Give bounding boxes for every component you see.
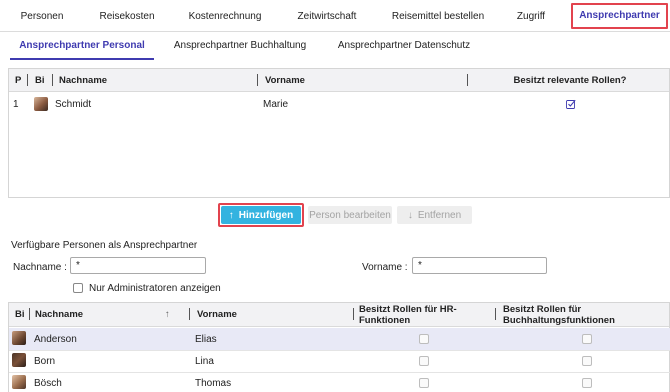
available-persons-grid-header: Bi Nachname ↑ Vorname Besitzt Rollen für… [9, 303, 669, 327]
sort-ascending-icon[interactable]: ↑ [165, 303, 170, 326]
subtab-ansprechpartner-buchhaltung[interactable]: Ansprechpartner Buchhaltung [166, 40, 314, 60]
header-hr-roles[interactable]: Besitzt Rollen für HR-Funktionen [359, 303, 492, 326]
buchhaltung-roles-checkbox [582, 378, 592, 388]
tab-ansprechpartner[interactable]: Ansprechpartner [571, 3, 668, 29]
admins-only-label: Nur Administratoren anzeigen [89, 283, 221, 294]
avatar [12, 375, 26, 389]
person-vorname[interactable]: Thomas [195, 372, 231, 392]
avatar [12, 331, 26, 345]
active-subtab-indicator [10, 58, 154, 60]
header-nachname[interactable]: Nachname [59, 69, 107, 91]
person-vorname[interactable]: Elias [195, 328, 217, 350]
column-separator[interactable] [467, 74, 468, 86]
column-separator[interactable] [27, 74, 28, 86]
admins-only-checkbox[interactable] [73, 283, 83, 293]
header-buchhaltung-roles[interactable]: Besitzt Rollen für Buchhaltungsfunktione… [503, 303, 670, 326]
arrow-up-icon: ↑ [228, 209, 234, 221]
contact-nachname[interactable]: Schmidt [55, 96, 91, 112]
row-divider [9, 350, 670, 351]
hr-roles-checkbox [419, 334, 429, 344]
remove-button-label: Entfernen [417, 209, 462, 221]
row-position: 1 [13, 98, 19, 110]
column-separator[interactable] [495, 308, 496, 320]
add-button-label: Hinzufügen [238, 209, 294, 221]
remove-button[interactable]: ↓ Entfernen [397, 206, 472, 224]
header-vorname[interactable]: Vorname [197, 303, 237, 326]
nachname-filter-input[interactable]: * [70, 257, 206, 274]
role-check-icon [566, 99, 576, 109]
column-separator[interactable] [189, 308, 190, 320]
person-nachname[interactable]: Born [34, 350, 55, 372]
main-tab-bar: Personen Reisekosten Kostenrechnung Zeit… [0, 0, 670, 32]
vorname-filter-input[interactable]: * [412, 257, 547, 274]
tab-zeitwirtschaft[interactable]: Zeitwirtschaft [290, 0, 364, 32]
add-button[interactable]: ↑ Hinzufügen [221, 206, 301, 224]
contact-vorname[interactable]: Marie [263, 96, 288, 112]
column-separator[interactable] [52, 74, 53, 86]
header-bild[interactable]: Bi [35, 69, 45, 91]
subtab-ansprechpartner-personal[interactable]: Ansprechpartner Personal [10, 40, 154, 60]
header-besitzt-relevante-rollen[interactable]: Besitzt relevante Rollen? [475, 69, 665, 91]
tab-reisemittel-bestellen[interactable]: Reisemittel bestellen [388, 0, 488, 32]
tab-kostenrechnung[interactable]: Kostenrechnung [184, 0, 266, 32]
header-nachname[interactable]: Nachname [35, 303, 83, 326]
buchhaltung-roles-checkbox [582, 334, 592, 344]
available-persons-grid: Bi Nachname ↑ Vorname Besitzt Rollen für… [8, 302, 670, 392]
avatar [12, 353, 26, 367]
tab-personen[interactable]: Personen [14, 0, 70, 32]
contacts-grid-header: P Bi Nachname Vorname Besitzt relevante … [9, 69, 669, 92]
available-persons-title: Verfügbare Personen als Ansprechpartner [11, 240, 198, 251]
column-separator[interactable] [353, 308, 354, 320]
column-separator[interactable] [29, 308, 30, 320]
hr-roles-checkbox [419, 378, 429, 388]
header-pos[interactable]: P [15, 69, 21, 91]
subtab-ansprechpartner-datenschutz[interactable]: Ansprechpartner Datenschutz [330, 40, 478, 60]
edit-person-button[interactable]: Person bearbeiten [308, 206, 392, 224]
arrow-down-icon: ↓ [407, 209, 413, 221]
vorname-filter-label: Vorname : [362, 262, 408, 273]
column-separator[interactable] [257, 74, 258, 86]
table-row[interactable] [9, 328, 670, 350]
header-bild[interactable]: Bi [15, 303, 25, 326]
row-divider [9, 372, 670, 373]
tab-zugriff[interactable]: Zugriff [511, 0, 551, 32]
tab-reisekosten[interactable]: Reisekosten [92, 0, 162, 32]
hr-roles-checkbox [419, 356, 429, 366]
contacts-grid: P Bi Nachname Vorname Besitzt relevante … [8, 68, 670, 198]
header-vorname[interactable]: Vorname [265, 69, 305, 91]
person-vorname[interactable]: Lina [195, 350, 214, 372]
avatar [34, 97, 48, 111]
person-nachname[interactable]: Anderson [34, 328, 77, 350]
buchhaltung-roles-checkbox [582, 356, 592, 366]
person-nachname[interactable]: Bösch [34, 372, 62, 392]
nachname-filter-label: Nachname : [13, 262, 67, 273]
